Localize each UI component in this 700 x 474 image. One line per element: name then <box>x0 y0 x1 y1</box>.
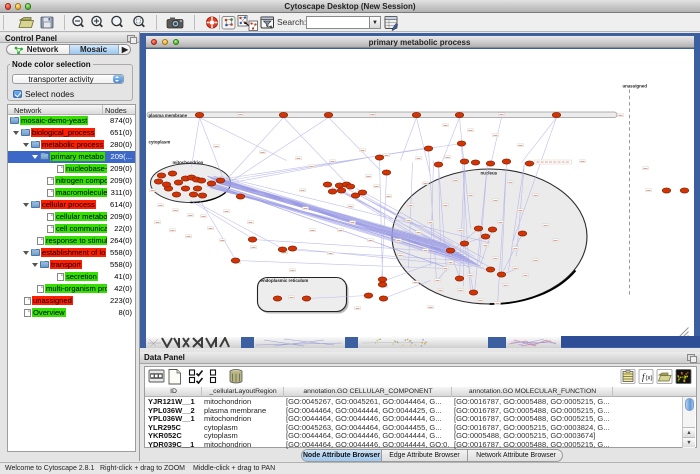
svg-text:endoplasmic reticulum: endoplasmic reticulum <box>260 278 308 283</box>
svg-text:(x): (x) <box>646 376 653 382</box>
svg-text:nucleus: nucleus <box>480 170 497 175</box>
svg-text:plasma membrane: plasma membrane <box>148 112 187 117</box>
svg-text:unassigned: unassigned <box>622 83 647 88</box>
svg-text:cytoplasm: cytoplasm <box>148 139 170 144</box>
svg-text:mitochondrion: mitochondrion <box>172 160 203 165</box>
